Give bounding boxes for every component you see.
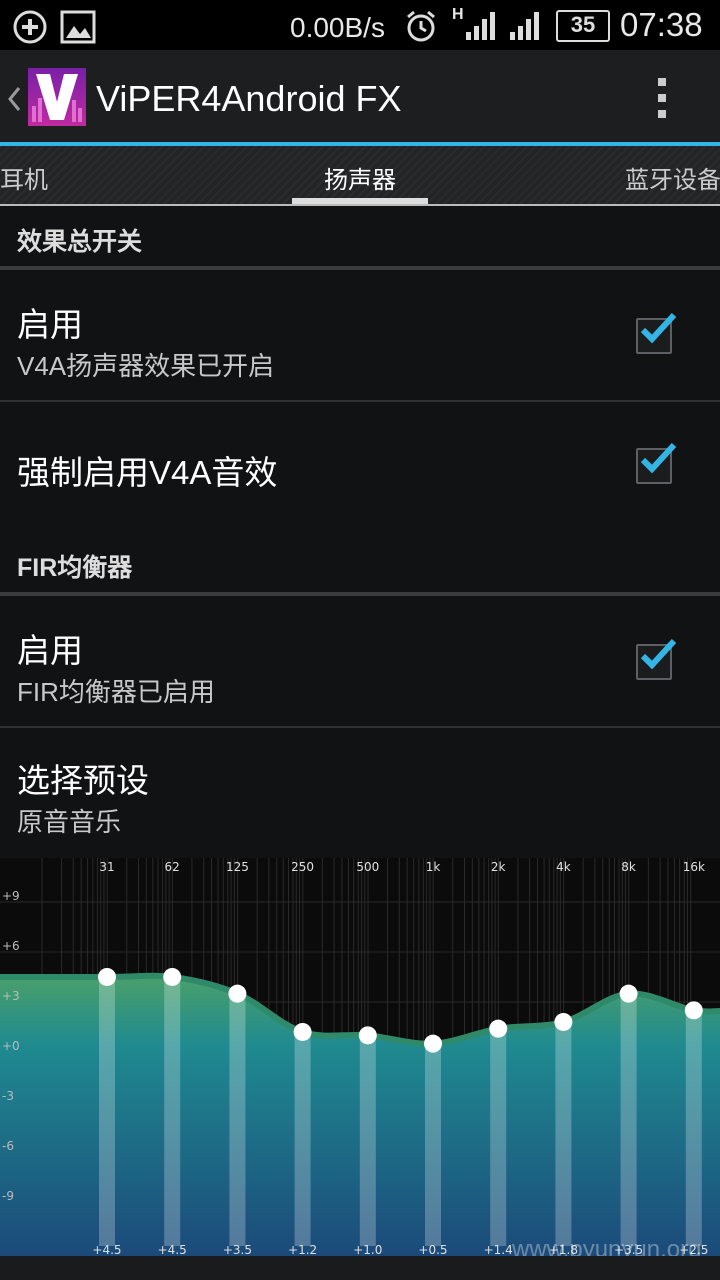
signal-strength-icon-2: [510, 12, 539, 40]
eq-band-handle[interactable]: [424, 1034, 442, 1053]
y-tick-label: -9: [2, 1189, 14, 1203]
tab-bar-bottom-line: [0, 204, 720, 206]
freq-label: 62: [165, 860, 180, 874]
pref-title: 强制启用V4A音效: [17, 454, 278, 491]
eq-band-handle[interactable]: [293, 1022, 312, 1041]
tab-bar: 耳机 扬声器 蓝牙设备: [0, 146, 720, 204]
checkmark-icon: [640, 312, 677, 344]
eq-band-handle[interactable]: [358, 1026, 377, 1045]
force-enable-checkbox[interactable]: [636, 442, 677, 484]
equalizer-graph[interactable]: 31 +4.5 62 +4.5 125 +3.5 250 +1.2 500 +1.0 1k +0.5 2…: [0, 858, 720, 1256]
freq-label: 16k: [683, 860, 705, 874]
gain-value-label: +1.2: [288, 1243, 317, 1256]
eq-band-handle[interactable]: [554, 1012, 573, 1031]
y-tick-label: +3: [2, 989, 20, 1003]
eq-band-slider: [164, 976, 181, 1246]
freq-label: 8k: [621, 860, 636, 874]
gain-value-label: +3.5: [223, 1243, 252, 1256]
gain-value-label: +1.4: [484, 1243, 513, 1256]
eq-band-handle[interactable]: [619, 984, 638, 1003]
gain-value-label: +1.0: [353, 1243, 382, 1256]
pref-summary: 原音音乐: [17, 807, 122, 837]
pref-summary: FIR均衡器已启用: [17, 677, 215, 707]
overflow-menu-button[interactable]: [640, 72, 688, 122]
eq-band-handle[interactable]: [163, 967, 182, 986]
battery-level: 35: [570, 12, 596, 37]
action-bar: ViPER4Android FX: [0, 50, 720, 142]
pref-title: 启用: [17, 306, 83, 343]
eq-band-slider: [359, 1035, 376, 1246]
pref-title: 选择预设: [17, 762, 149, 799]
alarm-icon: [407, 10, 435, 42]
status-bar: 0.00B/s H 35 07:38: [0, 0, 720, 50]
freq-label: 4k: [556, 860, 571, 874]
signal-strength-icon-1: [466, 12, 495, 40]
pref-title: 启用: [17, 632, 83, 669]
app-title: ViPER4Android FX: [96, 78, 402, 119]
image-notification-icon: [60, 10, 96, 44]
gain-value-label: +0.5: [418, 1243, 447, 1256]
category-header-master: 效果总开关: [17, 228, 143, 256]
category-header-fir: FIR均衡器: [17, 554, 133, 582]
eq-band-handle[interactable]: [684, 1001, 703, 1020]
tab-bluetooth[interactable]: 蓝牙设备: [625, 160, 720, 195]
y-tick-label: +0: [2, 1039, 20, 1053]
freq-label: 2k: [491, 860, 506, 874]
pref-fir-enable[interactable]: 启用 FIR均衡器已启用: [0, 596, 720, 726]
freq-label: 500: [356, 860, 379, 874]
pref-enable-effects[interactable]: 启用 V4A扬声器效果已开启: [0, 270, 720, 400]
tab-headphones[interactable]: 耳机: [0, 160, 48, 195]
enable-effects-checkbox[interactable]: [636, 312, 677, 354]
freq-label: 250: [291, 860, 314, 874]
freq-label: 1k: [426, 860, 441, 874]
eq-band-handle[interactable]: [98, 967, 116, 986]
checkmark-icon: [640, 442, 677, 474]
checkmark-icon: [640, 638, 677, 670]
eq-band-slider: [294, 1031, 311, 1246]
freq-label: 31: [99, 860, 114, 874]
back-chevron-icon: [8, 87, 21, 111]
app-home-button[interactable]: [4, 68, 88, 130]
freq-label: 125: [226, 860, 249, 874]
overflow-menu-icon: [658, 78, 666, 118]
eq-band-slider: [555, 1021, 572, 1246]
tab-speaker[interactable]: 扬声器: [324, 160, 396, 195]
gain-value-label: +4.5: [158, 1243, 187, 1256]
y-tick-label: -3: [2, 1089, 14, 1103]
pref-summary: V4A扬声器效果已开启: [17, 351, 275, 381]
pref-select-preset[interactable]: 选择预设 原音音乐: [0, 728, 720, 856]
y-tick-label: -6: [2, 1139, 14, 1153]
equalizer-chart[interactable]: 31 +4.5 62 +4.5 125 +3.5 250 +1.2 500 +1.0 1k +0.5 2…: [0, 858, 720, 1256]
battery-icon: 35: [556, 10, 610, 42]
eq-band-slider: [490, 1028, 507, 1246]
eq-band-handle[interactable]: [228, 984, 247, 1003]
eq-band-slider: [425, 1043, 441, 1246]
eq-band-slider: [620, 993, 637, 1246]
eq-band-slider: [685, 1010, 702, 1246]
fir-enable-checkbox[interactable]: [636, 638, 677, 680]
network-speed: 0.00B/s: [290, 12, 385, 43]
next-list-item-peek: [0, 1256, 720, 1280]
gain-value-label: +4.5: [92, 1243, 121, 1256]
y-tick-label: +6: [2, 939, 20, 953]
app-logo-icon: [28, 68, 86, 126]
y-tick-label: +9: [2, 889, 20, 903]
clock: 07:38: [620, 6, 703, 43]
eq-band-slider: [229, 993, 246, 1246]
eq-band-slider: [99, 976, 115, 1246]
pref-force-enable[interactable]: 强制启用V4A音效: [0, 402, 720, 528]
add-circle-icon: [13, 10, 47, 44]
eq-band-handle[interactable]: [489, 1019, 508, 1038]
